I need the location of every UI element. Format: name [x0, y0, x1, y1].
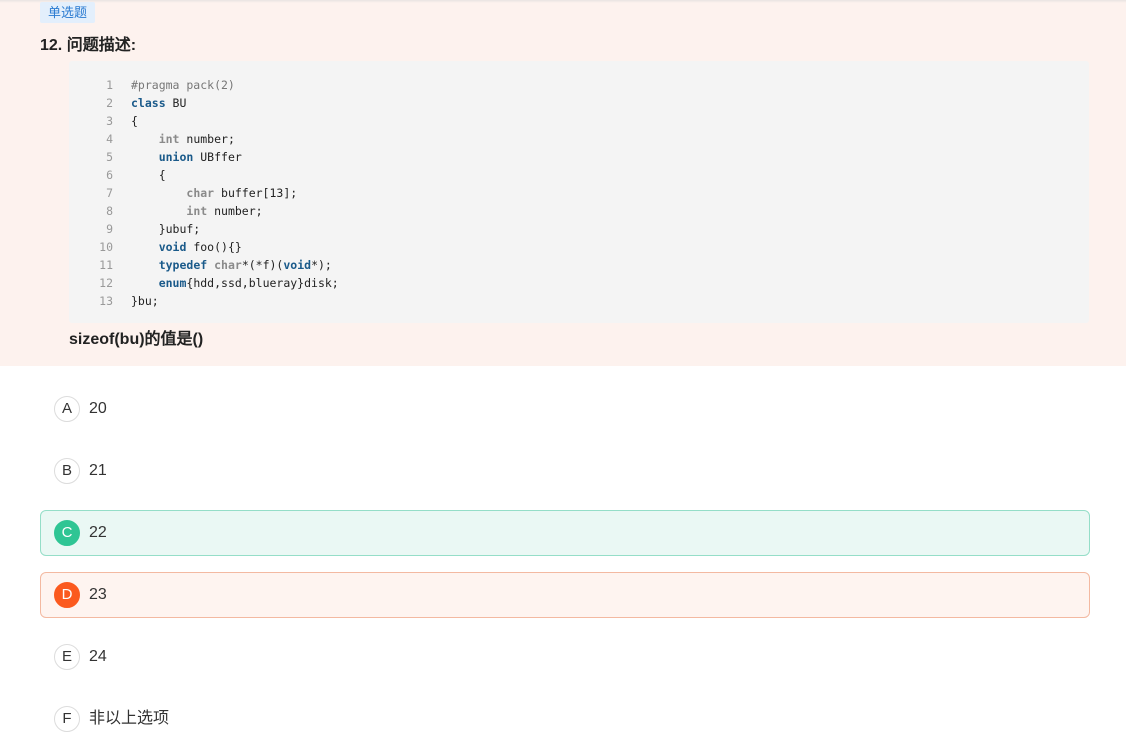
question-prompt: sizeof(bu)的值是()	[69, 331, 204, 348]
option-text: 21	[89, 462, 107, 479]
code-token: union	[158, 150, 194, 164]
code-token: class	[131, 96, 166, 110]
code-token: }bu;	[131, 294, 159, 308]
code-token: enum	[158, 276, 187, 290]
line-number: 2	[106, 96, 113, 110]
line-number: 7	[106, 186, 113, 200]
line-number: 11	[99, 258, 113, 272]
code-token: *(*f)(	[241, 258, 284, 272]
code-text: }bu;	[131, 292, 159, 310]
option-d[interactable]: D 23	[40, 572, 1090, 618]
option-f[interactable]: F 非以上选项	[40, 696, 1090, 742]
option-text: 23	[89, 586, 107, 603]
code-token: int	[158, 132, 180, 146]
code-token: UBffer	[193, 150, 242, 164]
line-number: 10	[99, 240, 113, 254]
code-text: {	[131, 112, 138, 130]
code-token: char	[214, 258, 242, 272]
code-line: 4 int number;	[69, 130, 235, 148]
code-text: #pragma pack(2)	[131, 76, 235, 94]
question-title: 12. 问题描述:	[40, 37, 137, 54]
code-line: 1 #pragma pack(2)	[69, 76, 235, 94]
code-token: foo(){}	[186, 240, 242, 254]
option-e[interactable]: E 24	[40, 634, 1090, 680]
line-number: 5	[106, 150, 113, 164]
code-token: BU	[165, 96, 187, 110]
option-letter: D	[54, 582, 80, 608]
line-number: 6	[106, 168, 113, 182]
code-line: 11 typedef char*(*f)(void*);	[69, 256, 332, 274]
code-line: 12 enum{hdd,ssd,blueray}disk;	[69, 274, 339, 292]
code-line: 6 {	[69, 166, 166, 184]
code-text: enum{hdd,ssd,blueray}disk;	[131, 274, 339, 292]
code-token: char	[186, 186, 215, 200]
question-area: 单选题 12. 问题描述: 1 #pragma pack(2) 2 class BU 3…	[0, 0, 1126, 366]
code-text: int number;	[131, 202, 263, 220]
code-token: int	[186, 204, 208, 218]
code-token: {hdd,ssd,blueray}disk;	[186, 276, 339, 290]
code-text: void foo(){}	[131, 238, 242, 256]
code-token: {	[131, 114, 138, 128]
code-token: void	[283, 258, 312, 272]
code-line: 9 }ubuf;	[69, 220, 200, 238]
code-text: {	[131, 166, 166, 184]
code-text: union UBffer	[131, 148, 242, 166]
code-text: }ubuf;	[131, 220, 201, 238]
option-text: 22	[89, 524, 107, 541]
option-letter: C	[54, 520, 80, 546]
code-text: class BU	[131, 94, 186, 112]
code-token: #pragma pack(2)	[131, 78, 235, 92]
option-letter: A	[54, 396, 80, 422]
code-text: int number;	[131, 130, 235, 148]
line-number: 4	[106, 132, 113, 146]
code-token: *);	[311, 258, 332, 272]
code-line: 10 void foo(){}	[69, 238, 242, 256]
line-number: 1	[106, 78, 113, 92]
code-block: 1 #pragma pack(2) 2 class BU 3{4 int number;…	[69, 61, 1089, 323]
line-number: 3	[106, 114, 113, 128]
line-number: 8	[106, 204, 113, 218]
code-line: 5 union UBffer	[69, 148, 242, 166]
option-text: 24	[89, 648, 107, 665]
option-c[interactable]: C 22	[40, 510, 1090, 556]
line-number: 9	[106, 222, 113, 236]
code-line: 8 int number;	[69, 202, 263, 220]
option-a[interactable]: A 20	[40, 386, 1090, 432]
code-text: char buffer[13];	[131, 184, 297, 202]
code-token: number;	[179, 132, 235, 146]
code-token: void	[158, 240, 187, 254]
option-text: 非以上选项	[89, 710, 170, 727]
code-text: typedef char*(*f)(void*);	[131, 256, 332, 274]
option-text: 20	[89, 400, 107, 417]
code-token: buffer[13];	[214, 186, 298, 200]
code-line: 13 }bu;	[69, 292, 159, 310]
option-b[interactable]: B 21	[40, 448, 1090, 494]
option-letter: E	[54, 644, 80, 670]
top-shadow	[0, 0, 1126, 3]
line-number: 13	[99, 294, 113, 308]
code-token: }ubuf;	[131, 222, 201, 236]
option-letter: B	[54, 458, 80, 484]
line-number: 12	[99, 276, 113, 290]
code-token: {	[131, 168, 166, 182]
code-token: typedef	[158, 258, 208, 272]
code-token: number;	[207, 204, 263, 218]
question-type-badge: 单选题	[40, 2, 96, 23]
code-line: 7 char buffer[13];	[69, 184, 297, 202]
code-line: 2 class BU	[69, 94, 186, 112]
option-letter: F	[54, 706, 80, 732]
code-line: 3{	[69, 112, 138, 130]
